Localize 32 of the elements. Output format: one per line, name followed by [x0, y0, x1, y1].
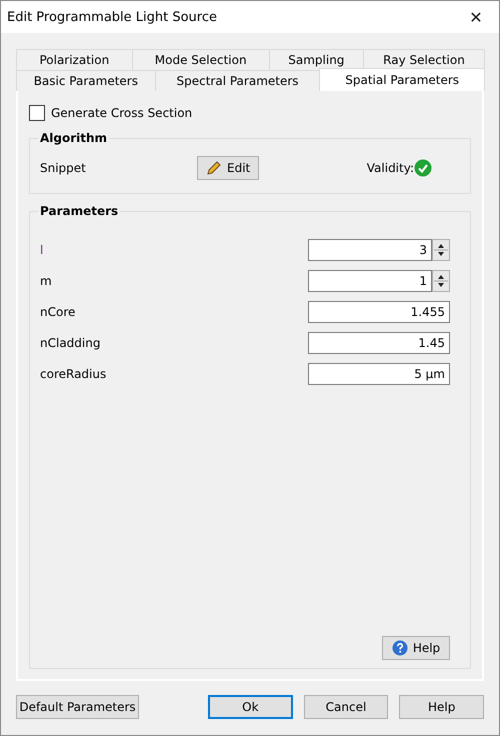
- parameter-label: l: [40, 242, 44, 256]
- input-field[interactable]: 5 µm: [308, 362, 450, 384]
- validity-label: Validity:: [366, 161, 414, 175]
- snippet-label: Snippet: [40, 161, 87, 175]
- tab[interactable]: Spatial Parameters: [319, 68, 485, 91]
- edit-button[interactable]: Edit: [197, 156, 260, 180]
- parameter-label: nCladding: [40, 336, 100, 350]
- close-button[interactable]: ✕: [453, 1, 499, 33]
- checkbox-label: Generate Cross Section: [51, 106, 192, 120]
- input-field[interactable]: 1.455: [308, 300, 450, 322]
- spinner-icon[interactable]: [432, 270, 450, 292]
- pencil-icon: [206, 160, 222, 176]
- number-field[interactable]: 1: [308, 270, 432, 292]
- group-title: Parameters: [39, 204, 120, 218]
- tab[interactable]: Basic Parameters: [16, 70, 156, 91]
- dialog-button[interactable]: Cancel: [304, 695, 388, 719]
- window-title: Edit Programmable Light Source: [7, 10, 218, 24]
- dialog-button[interactable]: Ok: [208, 695, 293, 719]
- dialog-button[interactable]: Help: [399, 695, 484, 719]
- tab[interactable]: Ray Selection: [363, 49, 485, 70]
- tab[interactable]: Polarization: [16, 49, 133, 70]
- help-icon: [392, 640, 408, 656]
- checkbox[interactable]: [29, 105, 45, 121]
- parameter-label: m: [40, 274, 52, 288]
- default-parameters-button[interactable]: Default Parameters: [16, 695, 139, 719]
- parameter-label: coreRadius: [40, 366, 106, 380]
- number-field[interactable]: 3: [308, 238, 432, 260]
- group-title: Algorithm: [39, 131, 108, 145]
- help-button[interactable]: Help: [382, 636, 450, 660]
- input-field[interactable]: 1.45: [308, 332, 450, 354]
- spinner-icon[interactable]: [432, 238, 450, 260]
- parameter-label: nCore: [40, 304, 76, 318]
